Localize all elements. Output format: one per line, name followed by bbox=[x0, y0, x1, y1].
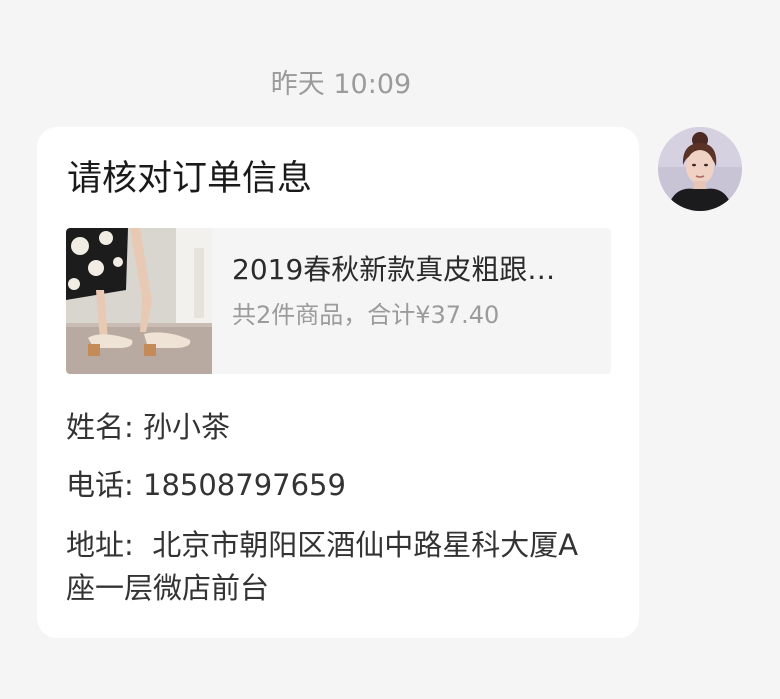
user-avatar-icon bbox=[658, 127, 742, 211]
address-label: 地址: bbox=[66, 528, 134, 562]
phone-label: 电话: bbox=[66, 468, 134, 502]
product-summary-row[interactable]: 2019春秋新款真皮粗跟… 共2件商品，合计¥37.40 bbox=[66, 228, 611, 374]
name-value: 孙小茶 bbox=[143, 410, 231, 444]
name-label: 姓名: bbox=[66, 410, 134, 444]
product-thumbnail[interactable] bbox=[66, 228, 212, 374]
product-name: 2019春秋新款真皮粗跟… bbox=[232, 253, 556, 286]
recipient-name-row: 姓名: 孙小茶 bbox=[66, 407, 230, 447]
card-title: 请核对订单信息 bbox=[67, 159, 313, 199]
phone-value: 18508797659 bbox=[143, 468, 346, 502]
shoes-product-photo-icon bbox=[66, 228, 212, 374]
sender-avatar[interactable] bbox=[658, 127, 742, 211]
order-confirmation-card[interactable]: 请核对订单信息 2019春秋新款真皮粗跟… 共2件商品，合计¥37.40 姓名:… bbox=[37, 127, 639, 638]
address-value-line2: 座一层微店前台 bbox=[66, 571, 270, 605]
address-value-line1: 北京市朝阳区酒仙中路星科大厦A bbox=[152, 528, 579, 562]
chat-timestamp: 昨天 10:09 bbox=[270, 69, 412, 100]
recipient-phone-row: 电话: 18508797659 bbox=[66, 465, 346, 505]
recipient-address-row: 地址: 北京市朝阳区酒仙中路星科大厦A bbox=[66, 525, 578, 565]
product-count-total: 共2件商品，合计¥37.40 bbox=[232, 301, 500, 329]
